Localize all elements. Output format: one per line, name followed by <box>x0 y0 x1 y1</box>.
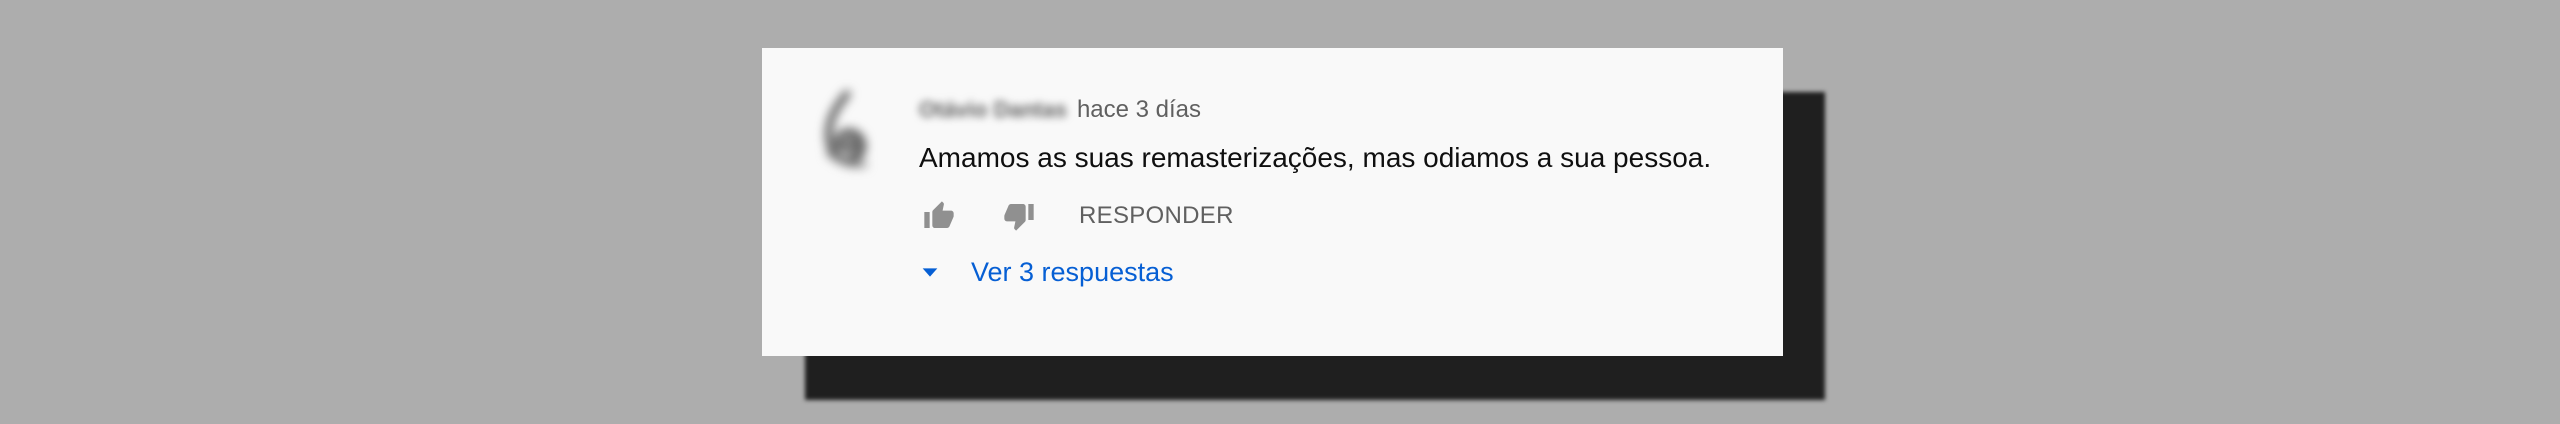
comment-header: Otávio Dantas hace 3 días <box>919 95 1201 125</box>
view-replies-label: Ver 3 respuestas <box>971 256 1174 287</box>
dislike-button[interactable] <box>999 196 1039 236</box>
avatar-image <box>825 90 868 168</box>
author-name[interactable]: Otávio Dantas <box>919 97 1067 123</box>
thumbs-down-icon <box>1004 204 1034 231</box>
comment-text: Amamos as suas remasterizações, mas odia… <box>919 142 1712 173</box>
reply-button[interactable]: RESPONDER <box>1079 202 1234 230</box>
view-replies-button[interactable]: Ver 3 respuestas <box>919 252 1174 292</box>
caret-down-icon <box>919 257 949 287</box>
thumbs-up-icon <box>924 201 954 228</box>
comment-actions: RESPONDER <box>919 196 1234 236</box>
avatar[interactable] <box>807 88 879 176</box>
like-button[interactable] <box>919 196 959 236</box>
comment-card: Otávio Dantas hace 3 días Amamos as suas… <box>762 48 1783 356</box>
comment-timestamp[interactable]: hace 3 días <box>1077 96 1201 124</box>
